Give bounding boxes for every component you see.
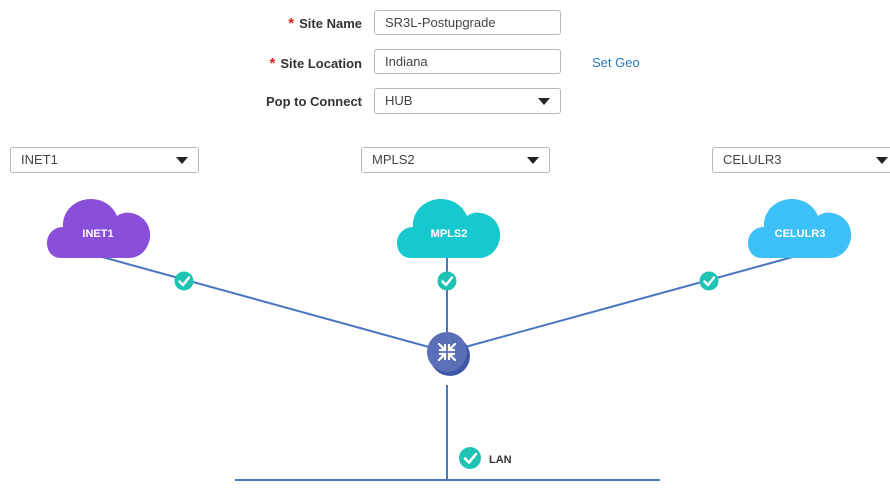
caret-down-icon	[876, 157, 888, 164]
caret-down-icon	[176, 157, 188, 164]
topology-diagram: INET1 MPLS2 CELULR3 LAN	[47, 199, 852, 481]
pop-select-value: HUB	[385, 93, 413, 108]
required-asterisk: *	[269, 55, 276, 72]
site-name-input[interactable]: SR3L-Postupgrade	[374, 10, 561, 35]
check-circle-icon	[437, 271, 457, 291]
link-select-mpls2[interactable]: MPLS2	[361, 147, 550, 173]
link-select-value: CELULR3	[723, 152, 782, 167]
set-geo-link[interactable]: Set Geo	[592, 55, 640, 70]
check-circle-icon	[699, 271, 719, 291]
cloud-inet1[interactable]: INET1	[47, 199, 151, 258]
cloud-celulr3[interactable]: CELULR3	[748, 199, 852, 258]
site-location-label: * Site Location	[269, 55, 362, 72]
lan-label: LAN	[489, 454, 512, 466]
pop-to-connect-label: Pop to Connect	[265, 94, 362, 109]
cloud-label: MPLS2	[431, 228, 468, 240]
link-select-value: INET1	[21, 152, 58, 167]
site-name-label: * Site Name	[288, 15, 362, 32]
required-asterisk: *	[288, 15, 295, 32]
cloud-label: CELULR3	[775, 228, 826, 240]
check-circle-icon	[174, 271, 194, 291]
link-select-inet1[interactable]: INET1	[10, 147, 199, 173]
site-location-input[interactable]: Indiana	[374, 49, 561, 74]
link-line-inet1	[94, 254, 448, 353]
connection-lines	[94, 254, 801, 481]
check-circle-icon	[459, 447, 481, 469]
link-select-value: MPLS2	[372, 152, 415, 167]
caret-down-icon	[538, 98, 550, 105]
cloud-label: INET1	[82, 228, 113, 240]
link-line-celulr3	[446, 254, 801, 353]
cloud-mpls2[interactable]: MPLS2	[397, 199, 501, 258]
lan-status: LAN	[459, 447, 512, 469]
caret-down-icon	[527, 157, 539, 164]
pop-select[interactable]: HUB	[374, 88, 561, 114]
link-select-celulr3[interactable]: CELULR3	[712, 147, 890, 173]
router-icon[interactable]	[427, 332, 470, 376]
